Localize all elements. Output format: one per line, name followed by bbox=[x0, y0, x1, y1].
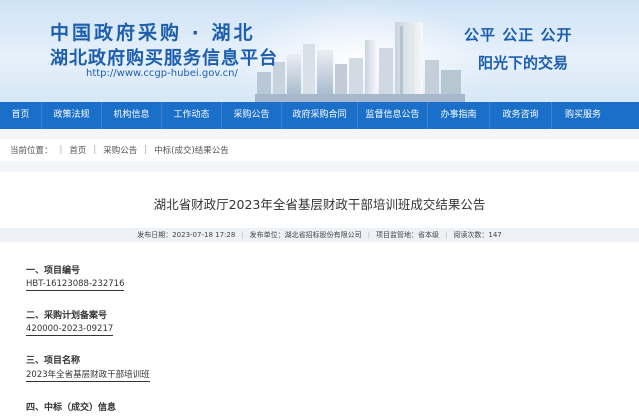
publisher: 发布单位：湖北省招标股份有限公司 bbox=[249, 231, 362, 239]
breadcrumb-home[interactable]: 首页 bbox=[69, 144, 86, 156]
nav-item-supervision[interactable]: 监督信息公告 bbox=[358, 102, 428, 129]
breadcrumb-separator: | bbox=[59, 145, 63, 155]
nav-item-work-news[interactable]: 工作动态 bbox=[162, 102, 222, 129]
supervision-location: 项目监管地：省本级 bbox=[376, 231, 440, 239]
nav-item-consulting[interactable]: 政务咨询 bbox=[490, 102, 552, 129]
article-meta-bar: 发布日期：2023-07-18 17:28 | 发布单位：湖北省招标股份有限公司… bbox=[0, 228, 639, 242]
slogan-fair: 公平 公正 公开 bbox=[464, 26, 573, 44]
nav-item-guide[interactable]: 办事指南 bbox=[428, 102, 490, 129]
slogan-sunshine: 阳光下的交易 bbox=[478, 54, 569, 72]
nav-item-policies[interactable]: 政策法规 bbox=[42, 102, 102, 129]
city-skyline-image bbox=[255, 22, 465, 102]
site-banner: 中国政府采购 · 湖北 湖北政府购买服务信息平台 http://www.ccgp… bbox=[0, 0, 639, 102]
breadcrumb-procurement-notices[interactable]: 采购公告 bbox=[103, 144, 137, 156]
article-title: 湖北省财政厅2023年全省基层财政干部培训班成交结果公告 bbox=[153, 197, 486, 212]
section-project-number-heading: 一、项目编号 bbox=[26, 266, 81, 276]
section-award-info-heading: 四、中标（成交）信息 bbox=[26, 403, 117, 413]
project-number-value: HBT-16123088-232716 bbox=[26, 279, 125, 291]
nav-item-contracts[interactable]: 政府采购合同 bbox=[282, 102, 358, 129]
plan-record-value: 420000-2023-09217 bbox=[26, 324, 114, 336]
nav-item-home[interactable]: 首页 bbox=[0, 102, 42, 129]
nav-item-purchase-services[interactable]: 购买服务 bbox=[552, 102, 614, 129]
nav-item-procurement-notices[interactable]: 采购公告 bbox=[222, 102, 282, 129]
site-url[interactable]: http://www.ccgp-hubei.gov.cn/ bbox=[86, 68, 238, 79]
breadcrumb: 当前位置： | 首页 | 采购公告 | 中标(成交)结果公告 bbox=[0, 139, 639, 161]
main-nav: 首页 政策法规 机构信息 工作动态 采购公告 政府采购合同 监督信息公告 办事指… bbox=[0, 102, 639, 129]
meta-separator: | bbox=[367, 231, 371, 239]
site-title-primary: 中国政府采购 · 湖北 bbox=[50, 22, 256, 44]
breadcrumb-prefix: 当前位置： bbox=[10, 146, 53, 156]
breadcrumb-separator: | bbox=[93, 145, 97, 155]
view-count: 阅读次数：147 bbox=[453, 231, 502, 239]
section-project-name-heading: 三、项目名称 bbox=[26, 356, 81, 366]
project-name-value: 2023年全省基层财政干部培训班 bbox=[26, 370, 150, 382]
site-title-secondary: 湖北政府购买服务信息平台 bbox=[50, 48, 278, 69]
article-panel: 湖北省财政厅2023年全省基层财政干部培训班成交结果公告 发布日期：2023-0… bbox=[0, 172, 639, 416]
section-plan-record-heading: 二、采购计划备案号 bbox=[26, 311, 108, 321]
meta-separator: | bbox=[445, 231, 448, 239]
breadcrumb-separator: | bbox=[144, 145, 148, 155]
nav-item-institutions[interactable]: 机构信息 bbox=[102, 102, 162, 129]
publish-date: 发布日期：2023-07-18 17:28 bbox=[137, 231, 236, 239]
breadcrumb-award-results[interactable]: 中标(成交)结果公告 bbox=[154, 144, 229, 156]
meta-separator: | bbox=[241, 231, 244, 239]
